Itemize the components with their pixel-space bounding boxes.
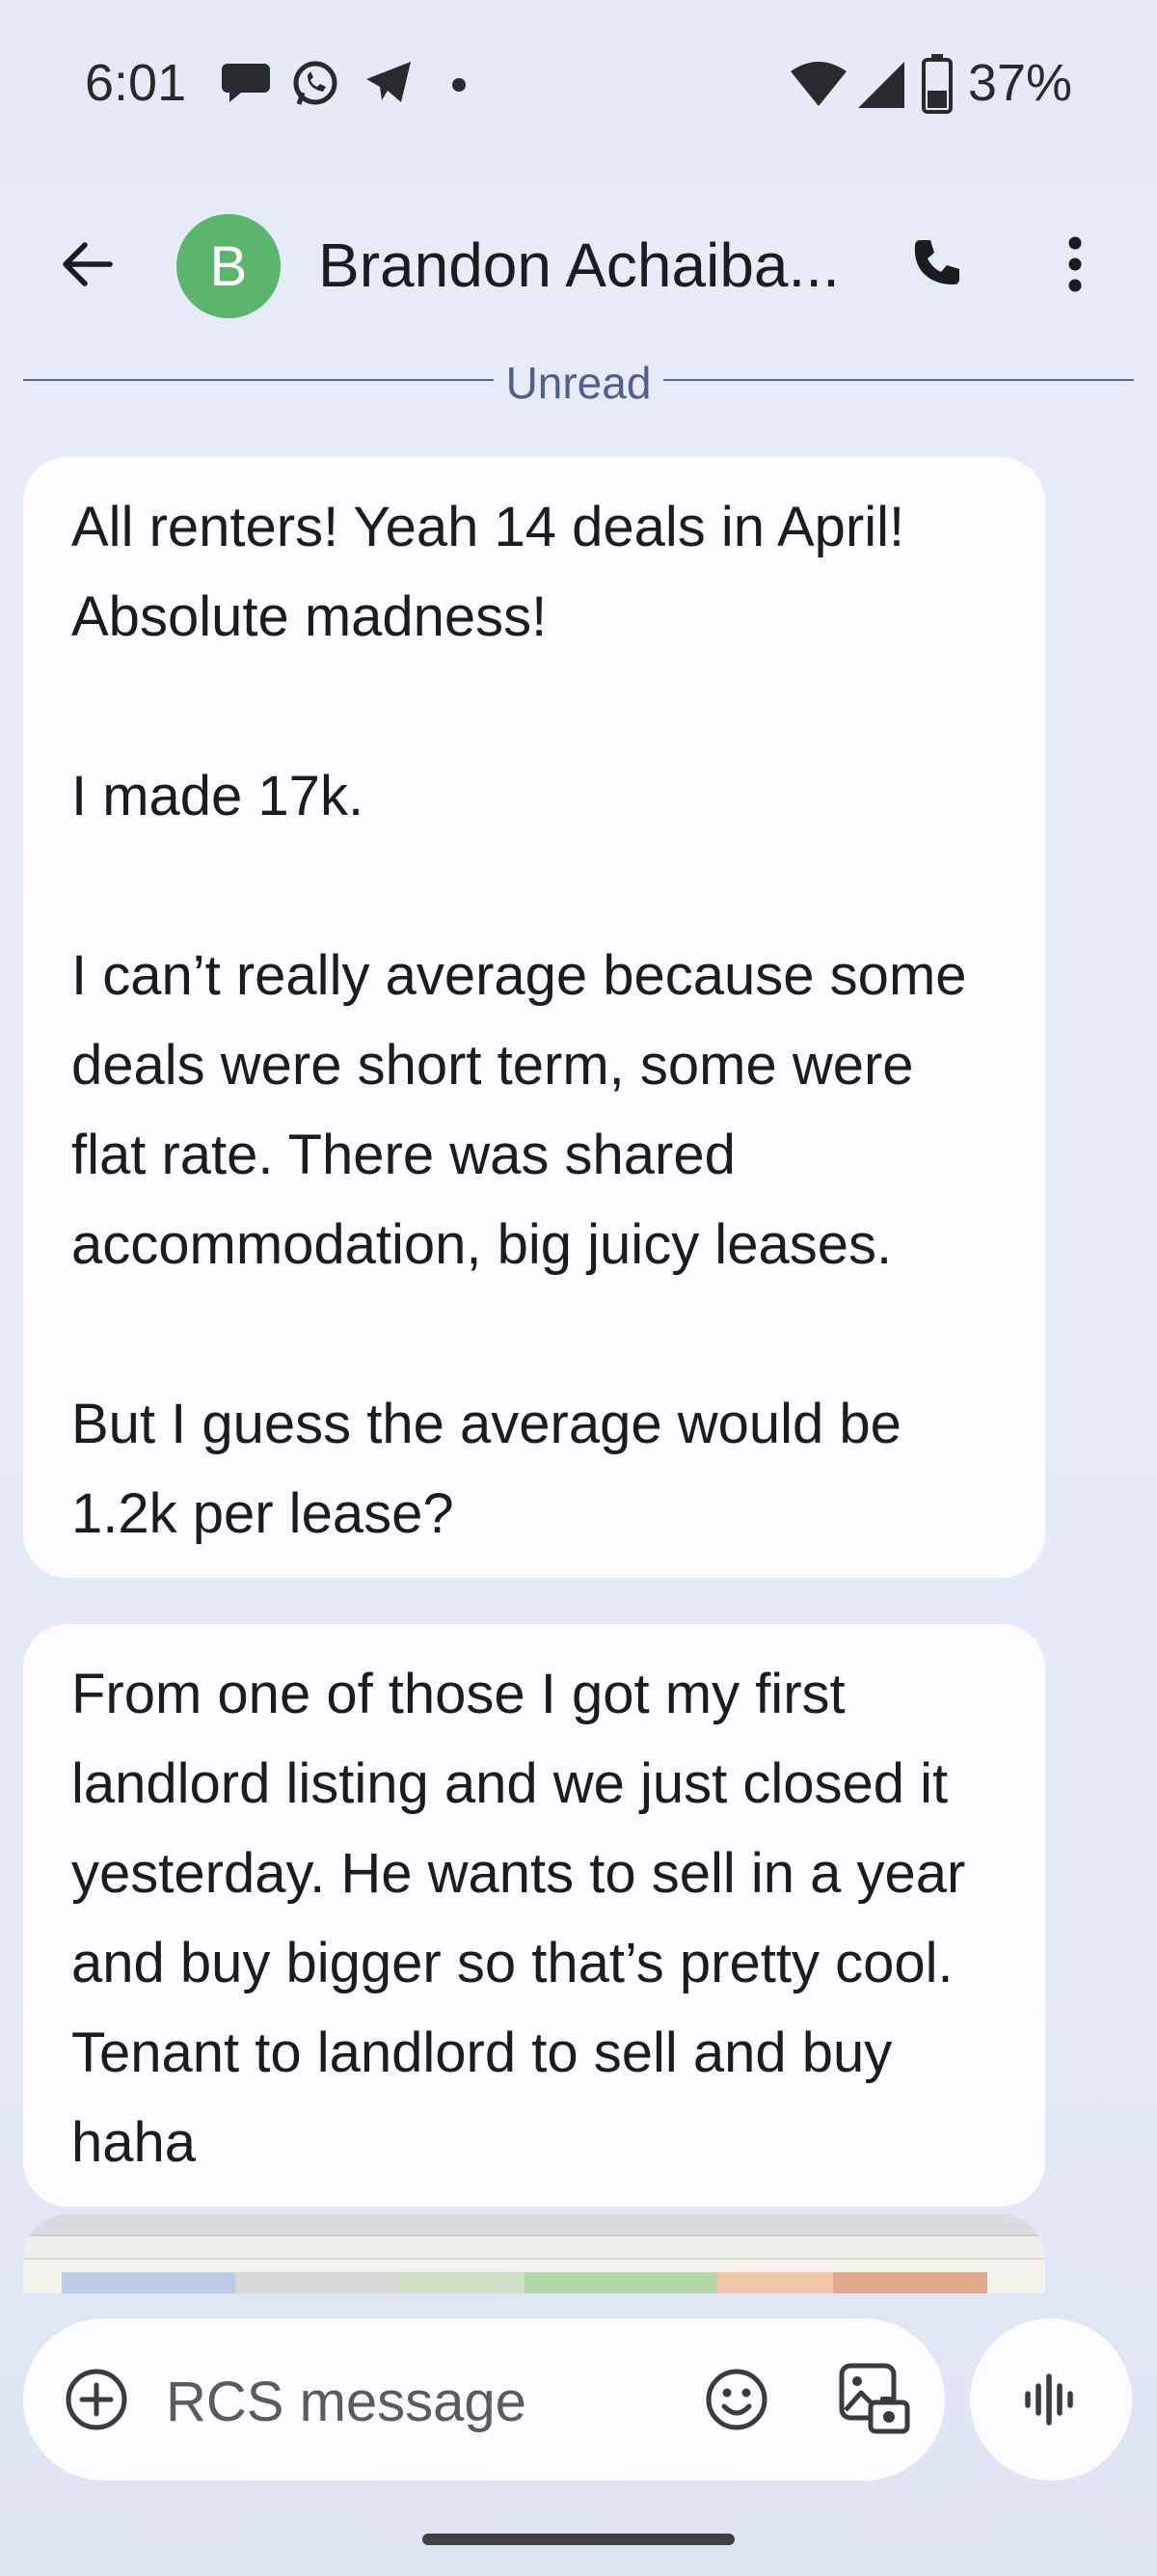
add-attachment-button[interactable] [62,2365,131,2434]
signal-icon [858,62,904,108]
conversation-header: B Brandon Achaiba... [0,183,1157,347]
avatar[interactable]: B [176,214,281,318]
unread-text: Unread [505,358,652,408]
telegram-icon [366,62,411,102]
message-bubble[interactable]: All renters! Yeah 14 deals in April! Abs… [23,457,1045,1578]
status-bar: 6:01 37% [0,0,1157,174]
phone-icon [914,240,959,285]
contact-name[interactable]: Brandon Achaiba... [318,230,858,301]
message-input[interactable] [164,2357,669,2446]
gallery-button[interactable] [833,2357,916,2440]
battery-percentage: 37% [967,54,1072,112]
whatsapp-icon [293,61,337,105]
more-options-button[interactable] [1036,226,1114,303]
home-indicator[interactable] [422,2534,735,2545]
message-bubble[interactable]: From one of those I got my first landlor… [23,1624,1045,2207]
image-attachment[interactable] [23,2214,1045,2293]
emoji-icon [706,2369,767,2430]
wifi-icon [791,62,847,106]
spreadsheet-photo [23,2214,1045,2293]
back-button[interactable] [48,226,125,303]
dot-icon [452,78,466,92]
unread-divider: Unread [23,357,1134,408]
status-time: 6:01 [85,54,187,112]
battery-icon [922,54,953,114]
voice-message-button[interactable] [970,2318,1132,2481]
emoji-button[interactable] [698,2361,775,2438]
gallery-camera-icon [839,2363,910,2434]
unread-label: Unread [23,357,1134,409]
chat-bubble-icon [222,64,270,102]
add-circle-icon [66,2369,127,2430]
compose-bar [23,2318,945,2481]
call-button[interactable] [897,226,974,303]
waveform-icon [1025,2373,1073,2426]
more-vert-icon [1068,236,1082,292]
arrow-back-icon [63,242,113,286]
